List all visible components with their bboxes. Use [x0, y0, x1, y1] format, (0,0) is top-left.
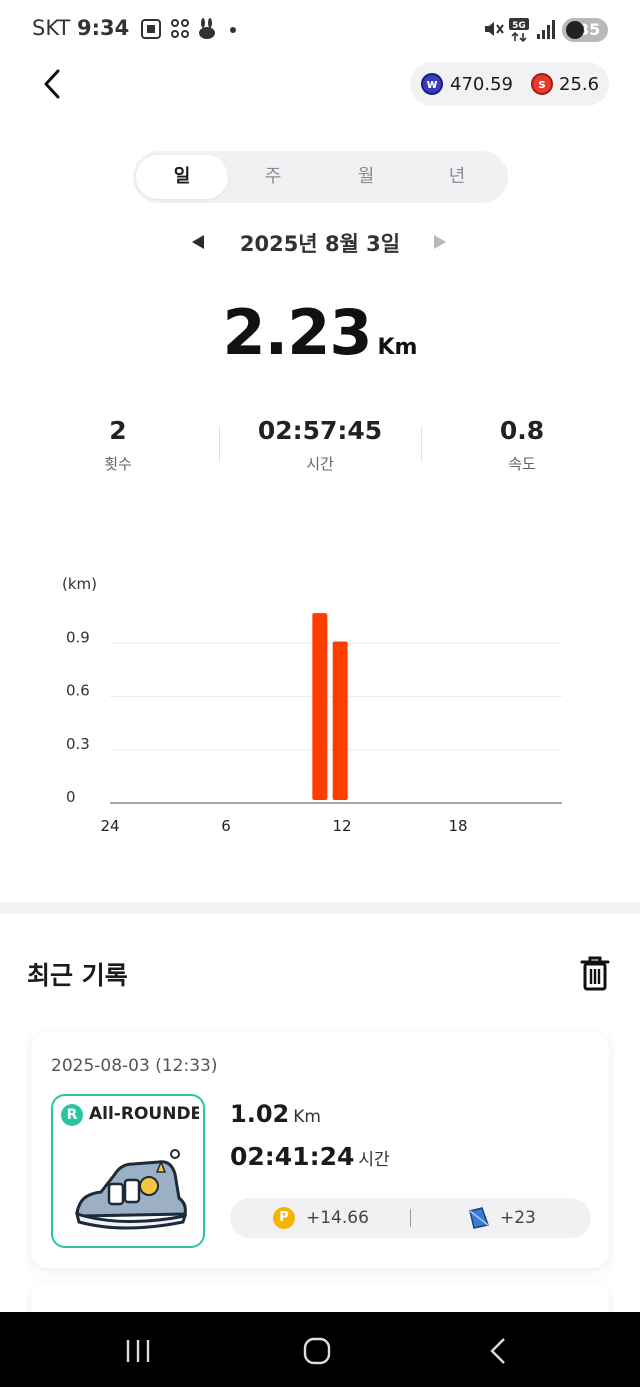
stat-count: 2 횟수	[18, 416, 218, 474]
period-tabs: 일 주 월 년	[133, 151, 508, 203]
system-nav-bar	[0, 1312, 640, 1387]
mute-icon	[485, 22, 504, 36]
rabbit-icon	[199, 18, 215, 39]
record-distance-value: 1.02	[230, 1100, 290, 1128]
section-divider	[0, 902, 640, 914]
tile-reward: +23	[500, 1208, 536, 1228]
x-tick-label: 24	[100, 817, 119, 835]
date-navigator: 2025년 8월 3일	[0, 226, 640, 260]
y-tick-label: 0	[66, 788, 76, 806]
system-back-icon[interactable]	[486, 1336, 510, 1366]
y-tick-label: 0.6	[66, 682, 90, 700]
stat-speed: 0.8 속도	[422, 416, 622, 474]
network-5g-icon: 5G	[509, 18, 529, 42]
record-distance: 1.02 Km	[230, 1100, 321, 1128]
tab-year[interactable]: 년	[411, 155, 503, 199]
y-axis-label: (km)	[62, 575, 97, 593]
x-tick-label: 12	[332, 817, 351, 835]
s-token-icon: s	[531, 73, 553, 95]
p-coin-icon: P	[273, 1207, 295, 1229]
next-date-icon[interactable]	[434, 235, 446, 249]
screenshot-icon	[141, 19, 161, 39]
stat-count-label: 횟수	[104, 455, 132, 473]
tile-icon	[469, 1207, 489, 1229]
reward-divider	[410, 1209, 411, 1227]
record-duration: 02:41:24 시간	[230, 1142, 390, 1171]
record-datetime: 2025-08-03 (12:33)	[51, 1056, 218, 1076]
record-distance-unit: Km	[293, 1107, 321, 1127]
tab-month[interactable]: 월	[320, 155, 412, 199]
section-title: 최근 기록	[27, 961, 128, 990]
stat-count-value: 2	[109, 416, 127, 445]
previous-date-icon[interactable]	[192, 235, 204, 249]
carrier: SKT	[32, 16, 71, 40]
y-tick-label: 0.9	[66, 628, 90, 646]
back-arrow-icon[interactable]	[36, 66, 72, 102]
y-tick-label: 0.3	[66, 735, 90, 753]
shoe-thumbnail: R All-ROUNDER	[51, 1094, 205, 1248]
current-date: 2025년 8월 3일	[239, 232, 401, 256]
clock: 9:34	[77, 16, 130, 40]
stat-time-label: 시간	[306, 455, 334, 473]
shoe-icon	[74, 1149, 188, 1230]
tab-week[interactable]: 주	[227, 155, 319, 199]
recent-apps-icon[interactable]	[123, 1338, 153, 1364]
w-token-icon: w	[421, 73, 443, 95]
status-bar: SKT 9:34 5G 35	[0, 0, 640, 60]
s-token-balance: 25.6	[559, 74, 600, 95]
wallet-balance[interactable]: w 470.59 s 25.6	[410, 62, 609, 106]
charging-icon	[566, 21, 584, 39]
notification-dot-icon	[230, 27, 236, 33]
status-carrier-time: SKT 9:34	[32, 16, 129, 40]
network-label: 5G	[512, 21, 526, 31]
record-rewards: P +14.66 +23	[230, 1198, 591, 1238]
distance-value: 2.23	[222, 296, 373, 369]
total-distance: 2.23 Km	[0, 296, 640, 369]
x-tick-label: 18	[448, 817, 467, 835]
stat-time: 02:57:45 시간	[220, 416, 420, 474]
stat-time-value: 02:57:45	[257, 416, 383, 445]
battery-indicator: 35	[562, 18, 608, 42]
x-tick-label: 6	[221, 817, 231, 835]
record-duration-unit: 시간	[358, 1150, 390, 1170]
stat-speed-value: 0.8	[499, 416, 545, 445]
chart-bar	[332, 641, 348, 800]
rarity-badge: R	[61, 1104, 83, 1126]
summary-stats: 2 횟수 02:57:45 시간 0.8 속도	[18, 416, 622, 486]
tab-day[interactable]: 일	[136, 155, 228, 199]
point-reward: +14.66	[306, 1208, 369, 1228]
distance-unit: Km	[377, 335, 418, 360]
w-token-balance: 470.59	[450, 74, 513, 95]
stat-speed-label: 속도	[508, 455, 536, 473]
chart-bar	[312, 613, 328, 800]
home-icon[interactable]	[302, 1336, 332, 1366]
distance-chart: (km) 0 0.3 0.6 0.9 24 6 12 18	[62, 575, 562, 835]
signal-icon	[537, 20, 555, 39]
app-notification-icon	[171, 19, 189, 38]
trash-icon[interactable]	[579, 955, 611, 991]
record-card[interactable]: 2025-08-03 (12:33) R All-ROUNDER 1.02Km …	[31, 1032, 609, 1268]
record-duration-value: 02:41:24	[230, 1142, 355, 1171]
shoe-type: All-ROUNDER	[89, 1104, 199, 1124]
